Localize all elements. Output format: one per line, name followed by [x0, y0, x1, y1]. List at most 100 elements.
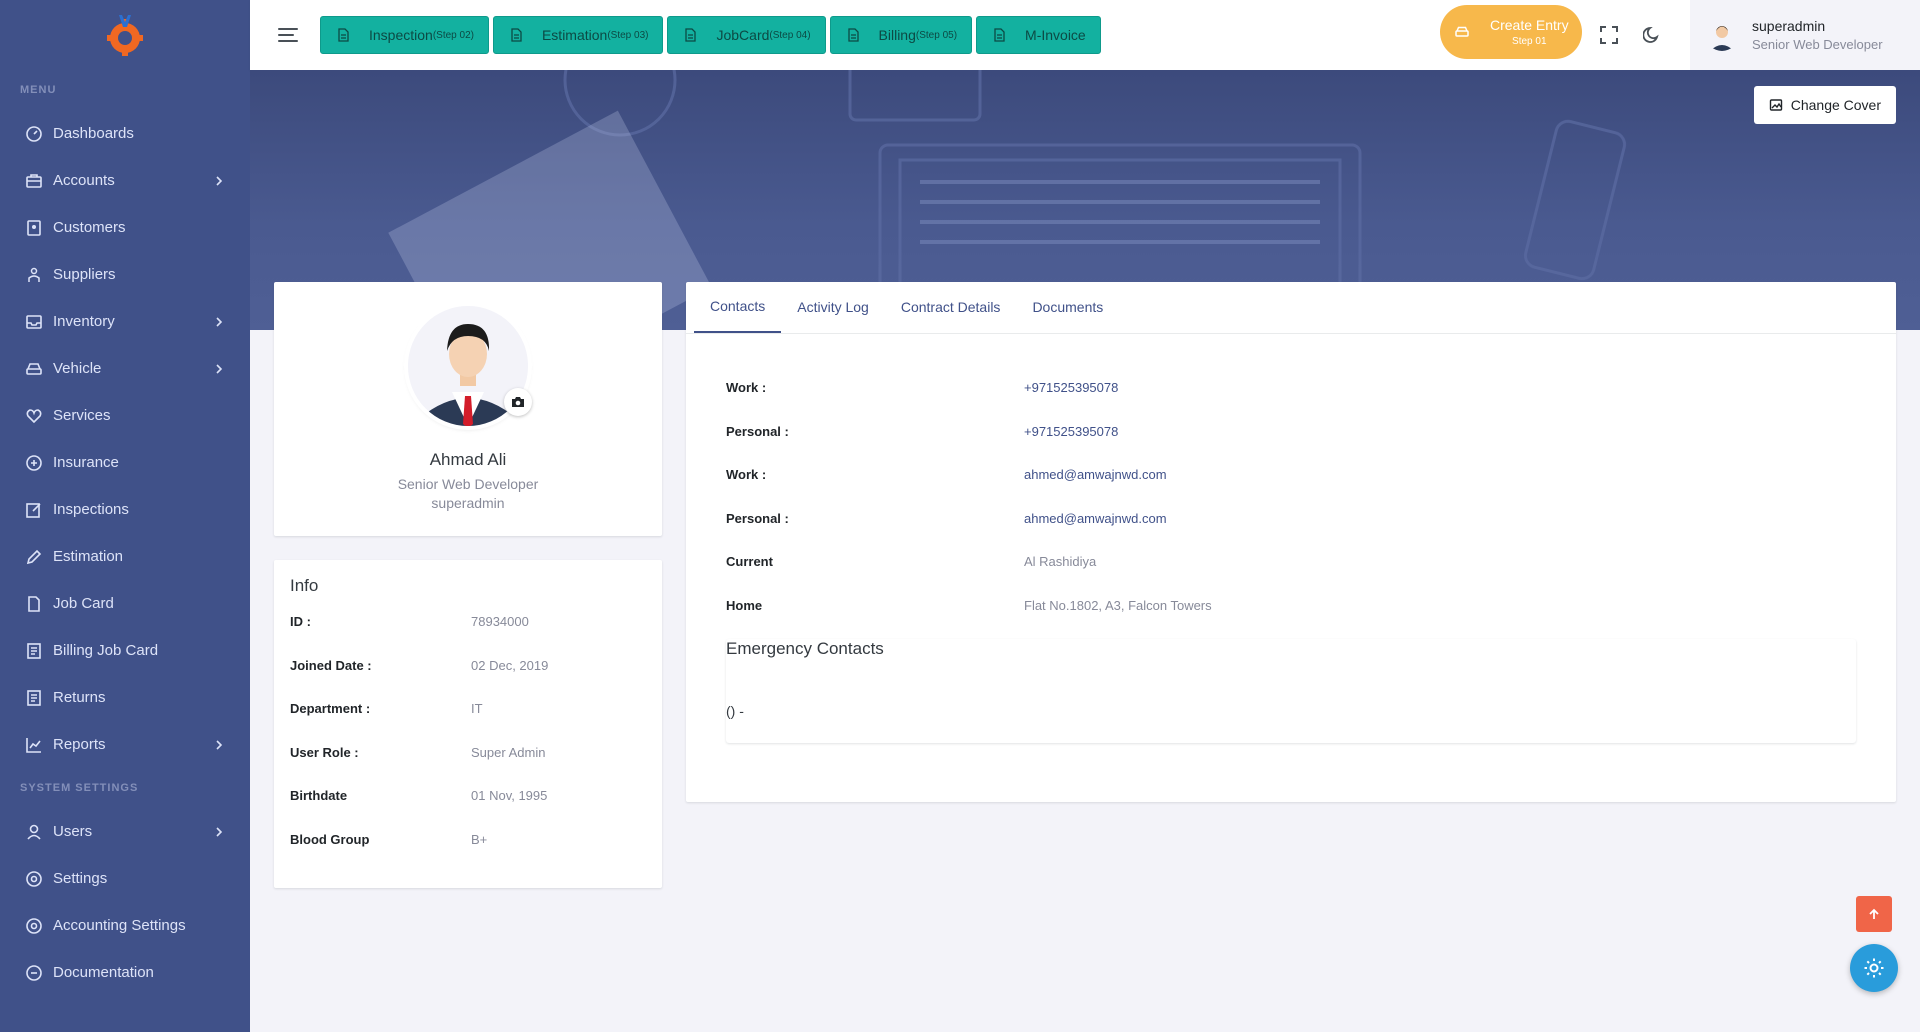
- contact-row: Personal : +971525395078: [726, 424, 1856, 468]
- emergency-contacts-panel: Emergency Contacts () -: [726, 639, 1856, 743]
- sidebar-item-label: Insurance: [53, 454, 119, 471]
- chevron-right-icon: [212, 739, 226, 751]
- contact-key: Home: [726, 597, 763, 613]
- step-label: M-Invoice: [1025, 27, 1086, 43]
- profile-name: Ahmad Ali: [429, 450, 507, 469]
- sidebar-item-inventory[interactable]: Inventory: [0, 298, 250, 345]
- contact-key: Current: [726, 554, 773, 569]
- fullscreen-icon[interactable]: [1596, 22, 1622, 48]
- contact-row: Current Al Rashidiya: [726, 554, 1856, 598]
- sidebar-item-accounting-settings[interactable]: Accounting Settings: [0, 902, 250, 949]
- sidebar-item-customers[interactable]: Customers: [0, 204, 250, 251]
- step-label: Inspection: [369, 27, 433, 43]
- sidebar-item-dashboards[interactable]: Dashboards: [0, 110, 250, 157]
- step-number: (Step 05): [915, 29, 958, 41]
- info-row: User Role : Super Admin: [290, 745, 646, 789]
- file-list-icon: [25, 689, 43, 707]
- info-title: Info: [290, 576, 319, 595]
- contact-value[interactable]: ahmed@amwajnwd.com: [1024, 511, 1167, 526]
- contact-list: Work : +971525395078 Personal : +9715253950…: [686, 334, 1896, 641]
- sidebar-item-reports[interactable]: Reports: [0, 721, 250, 768]
- sidebar-item-label: Estimation: [53, 548, 124, 565]
- contact-key: Personal :: [726, 423, 789, 439]
- sidebar-item-billing-job-card[interactable]: Billing Job Card: [0, 627, 250, 674]
- contact-value[interactable]: +971525395078: [1024, 380, 1118, 395]
- document-icon: [335, 27, 351, 43]
- step-button-estimation[interactable]: Estimation (Step 03): [492, 16, 664, 54]
- contact-key: Work :: [726, 467, 767, 482]
- sidebar-item-label: Billing Job Card: [53, 642, 159, 659]
- info-value: IT: [471, 701, 483, 716]
- info-value: 02 Dec, 2019: [471, 657, 549, 673]
- tab-documents[interactable]: Documents: [1016, 281, 1119, 333]
- sidebar-item-suppliers[interactable]: Suppliers: [0, 251, 250, 298]
- doc-icon: [25, 964, 43, 982]
- tab-contacts[interactable]: Contacts: [694, 281, 782, 333]
- sidebar-item-users[interactable]: Users: [0, 808, 250, 855]
- sidebar-item-documentation[interactable]: Documentation: [0, 949, 250, 996]
- chevron-right-icon: [212, 363, 226, 375]
- info-row: Department : IT: [290, 701, 646, 745]
- step-button-inspection[interactable]: Inspection (Step 02): [320, 16, 489, 54]
- contact-row: Work : +971525395078: [726, 380, 1856, 424]
- sidebar-item-returns[interactable]: Returns: [0, 674, 250, 721]
- car-icon: [1455, 26, 1469, 37]
- edit-icon: [25, 548, 43, 566]
- info-key: Department :: [290, 701, 371, 716]
- create-entry-button[interactable]: Create Entry Step 01: [1440, 5, 1582, 59]
- step-button-m-invoice[interactable]: M-Invoice: [976, 16, 1101, 54]
- sidebar-item-label: Accounting Settings: [53, 917, 186, 934]
- insurance-icon: [25, 454, 43, 472]
- profile-username: superadmin: [431, 495, 505, 511]
- image-edit-icon: [1769, 99, 1782, 111]
- sidebar-item-estimation[interactable]: Estimation: [0, 533, 250, 580]
- user-profile-dropdown[interactable]: superadmin Senior Web Developer: [1690, 0, 1920, 70]
- sidebar-item-label: Documentation: [53, 964, 154, 981]
- tab-activity-log[interactable]: Activity Log: [781, 281, 885, 333]
- chevron-right-icon: [212, 316, 226, 328]
- sidebar-item-settings[interactable]: Settings: [0, 855, 250, 902]
- change-cover-button[interactable]: Change Cover: [1753, 86, 1896, 124]
- sidebar-item-label: Inspections: [53, 501, 129, 518]
- hamburger-menu-icon[interactable]: [274, 21, 302, 49]
- sidebar-item-services[interactable]: Services: [0, 392, 250, 439]
- info-value: 01 Nov, 1995: [471, 788, 548, 803]
- contact-row: Home Flat No.1802, A3, Falcon Towers: [726, 598, 1856, 642]
- scroll-to-top-button[interactable]: [1856, 896, 1892, 932]
- camera-icon[interactable]: [504, 388, 532, 416]
- sidebar-item-vehicle[interactable]: Vehicle: [0, 345, 250, 392]
- contact-book-icon: [25, 219, 43, 237]
- app-logo[interactable]: [0, 0, 250, 70]
- dashboard-icon: [25, 125, 43, 143]
- contact-value[interactable]: +971525395078: [1024, 424, 1118, 439]
- contact-value: Flat No.1802, A3, Falcon Towers: [1024, 597, 1212, 613]
- info-row: Birthdate 01 Nov, 1995: [290, 788, 646, 832]
- step-button-billing[interactable]: Billing (Step 05): [829, 16, 973, 54]
- sidebar-item-label: Settings: [53, 870, 108, 887]
- sidebar-item-job-card[interactable]: Job Card: [0, 580, 250, 627]
- customizer-settings-button[interactable]: [1850, 944, 1898, 992]
- info-card: Info ID : 78934000 Joined Date : 02 Dec, 20…: [274, 560, 662, 888]
- sidebar-item-label: Returns: [53, 689, 106, 706]
- contact-value[interactable]: ahmed@amwajnwd.com: [1024, 467, 1167, 482]
- team-icon: [25, 266, 43, 284]
- edit-box-icon: [25, 501, 43, 519]
- contact-key: Work :: [726, 380, 767, 395]
- car-icon: [25, 360, 43, 378]
- system-settings-section-title: SYSTEM SETTINGS: [20, 782, 139, 794]
- file-icon: [25, 595, 43, 613]
- info-row: Blood Group B+: [290, 832, 646, 876]
- line-chart-icon: [25, 736, 43, 754]
- sidebar-item-inspections[interactable]: Inspections: [0, 486, 250, 533]
- info-value: Super Admin: [471, 744, 546, 760]
- dark-mode-moon-icon[interactable]: [1639, 22, 1665, 48]
- profile-role: Senior Web Developer: [397, 476, 539, 492]
- sidebar-item-accounts[interactable]: Accounts: [0, 157, 250, 204]
- document-icon: [508, 27, 524, 43]
- sidebar-item-label: Vehicle: [53, 360, 102, 377]
- step-button-jobcard[interactable]: JobCard (Step 04): [667, 16, 826, 54]
- tab-contract-details[interactable]: Contract Details: [885, 281, 1017, 333]
- contact-value: Al Rashidiya: [1024, 554, 1097, 569]
- sidebar: MENU Dashboards Accounts Customers Supplier…: [0, 0, 250, 1032]
- sidebar-item-insurance[interactable]: Insurance: [0, 439, 250, 486]
